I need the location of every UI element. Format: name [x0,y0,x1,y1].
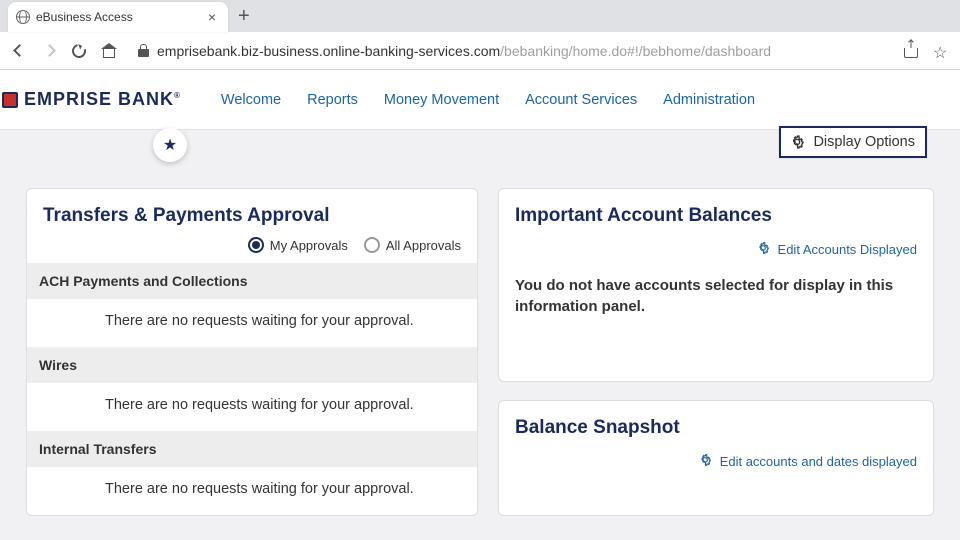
browser-tab-strip: eBusiness Access × + [0,0,960,32]
back-button[interactable] [10,42,28,60]
edit-snapshot-link[interactable]: Edit accounts and dates displayed [499,449,933,469]
radio-icon [364,237,380,253]
transfers-approvals-card: Transfers & Payments Approval My Approva… [26,188,478,516]
balances-card-title: Important Account Balances [515,205,917,227]
url-text: emprisebank.biz-business.online-banking-… [157,43,771,59]
section-wires-header: Wires [27,347,477,383]
browser-tab[interactable]: eBusiness Access × [8,2,228,32]
logo-text: EMPRISE BANK® [24,89,181,110]
close-tab-icon[interactable]: × [204,9,220,25]
nav-money-movement[interactable]: Money Movement [384,92,499,108]
forward-button[interactable] [40,42,58,60]
bookmark-button[interactable]: ☆ [932,42,950,60]
logo-mark-icon [2,92,18,108]
gear-icon [698,453,714,469]
address-bar[interactable]: emprisebank.biz-business.online-banking-… [130,43,890,59]
balance-snapshot-card: Balance Snapshot Edit accounts and dates… [498,400,934,516]
new-tab-button[interactable]: + [238,6,250,26]
nav-account-services[interactable]: Account Services [525,92,637,108]
display-options-label: Display Options [813,134,915,150]
dashboard-content: Display Options Transfers & Payments App… [0,130,960,516]
home-button[interactable] [100,42,118,60]
transfers-card-title: Transfers & Payments Approval [43,205,461,227]
nav-reports[interactable]: Reports [307,92,358,108]
tab-title: eBusiness Access [36,10,198,24]
balances-empty-message: You do not have accounts selected for di… [499,257,933,341]
share-button[interactable] [902,42,920,60]
main-nav: Welcome Reports Money Movement Account S… [221,92,755,108]
section-internal-empty: There are no requests waiting for your a… [27,467,477,515]
all-approvals-radio[interactable]: All Approvals [364,237,461,253]
gear-icon [756,241,772,257]
radio-icon [248,237,264,253]
important-balances-card: Important Account Balances Edit Accounts… [498,188,934,382]
app-header: EMPRISE BANK® Welcome Reports Money Move… [0,70,960,130]
nav-administration[interactable]: Administration [663,92,755,108]
section-wires-empty: There are no requests waiting for your a… [27,383,477,431]
reload-button[interactable] [70,42,88,60]
bank-logo[interactable]: EMPRISE BANK® [0,89,181,110]
nav-welcome[interactable]: Welcome [221,92,281,108]
gear-icon [789,134,805,150]
lock-icon [138,44,149,57]
section-internal-header: Internal Transfers [27,431,477,467]
snapshot-card-title: Balance Snapshot [515,417,917,439]
display-options-button[interactable]: Display Options [779,126,927,158]
browser-toolbar: emprisebank.biz-business.online-banking-… [0,32,960,70]
approvals-filter-toggle: My Approvals All Approvals [27,237,477,263]
edit-accounts-displayed-link[interactable]: Edit Accounts Displayed [499,237,933,257]
section-ach-header: ACH Payments and Collections [27,263,477,299]
globe-icon [16,10,30,24]
section-ach-empty: There are no requests waiting for your a… [27,299,477,347]
right-column: Important Account Balances Edit Accounts… [498,188,934,516]
my-approvals-radio[interactable]: My Approvals [248,237,348,253]
